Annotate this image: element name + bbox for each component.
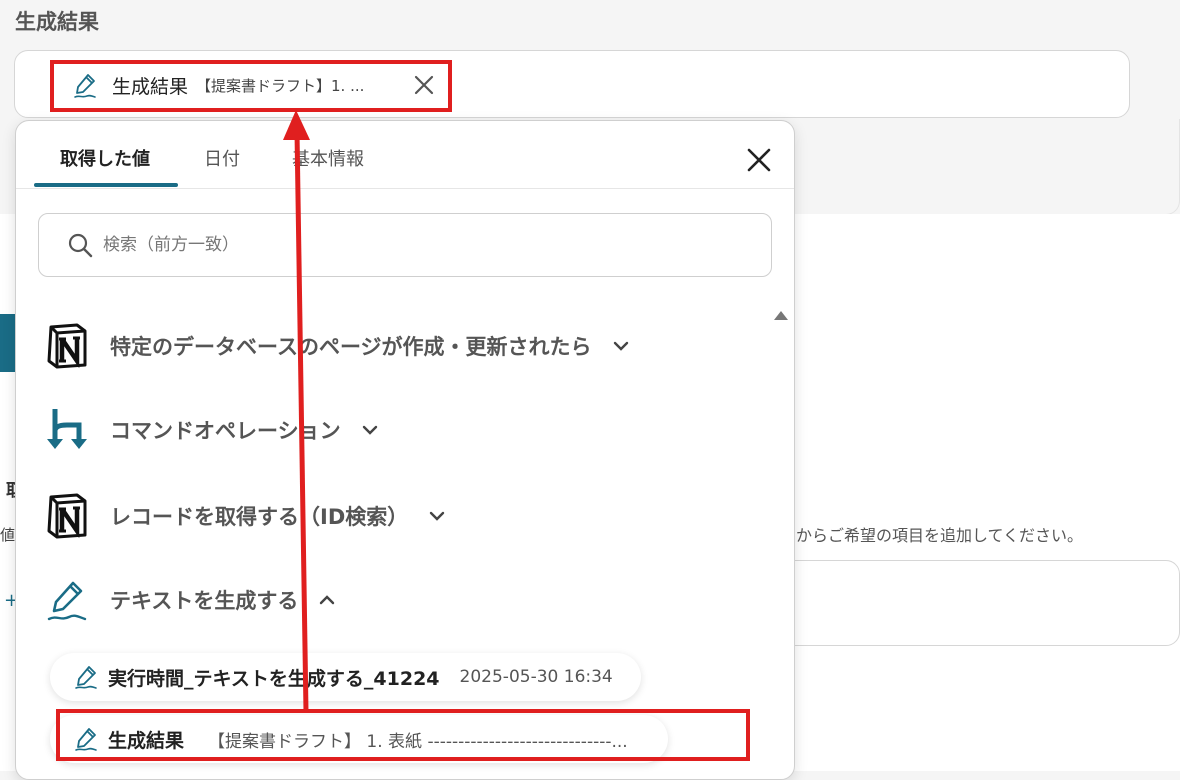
field-panel-edge <box>1130 119 1180 215</box>
highlight-box <box>56 709 750 761</box>
accent-block <box>0 314 16 372</box>
tab-basic-info[interactable]: 基本情報 <box>292 145 364 171</box>
list-item[interactable]: 実行時間_テキストを生成する_41224 2025-05-30 16:34 <box>50 653 641 701</box>
item-value: 2025-05-30 16:34 <box>459 667 613 687</box>
pen-icon <box>42 575 92 625</box>
scroll-up-arrow[interactable] <box>774 311 788 320</box>
search-input[interactable] <box>101 234 705 256</box>
group-label: コマンドオペレーション <box>110 419 341 443</box>
tab-date[interactable]: 日付 <box>204 145 240 171</box>
group-label: テキストを生成する <box>110 589 299 613</box>
additional-field[interactable] <box>760 560 1180 646</box>
notion-icon <box>42 321 92 371</box>
chevron-down-icon <box>613 341 628 351</box>
help-text: からご希望の項目を追加してください。 <box>796 526 1084 545</box>
chevron-up-icon <box>320 595 335 605</box>
group-database-trigger[interactable]: 特定のデータベースのページが作成・更新されたら <box>42 321 630 371</box>
close-icon[interactable] <box>744 145 774 175</box>
section-title: 生成結果 <box>15 10 99 34</box>
item-label: 実行時間_テキストを生成する_41224 <box>108 667 440 690</box>
group-generate-text[interactable]: テキストを生成する <box>42 575 336 625</box>
group-label: 特定のデータベースのページが作成・更新されたら <box>110 335 592 359</box>
group-command-operation[interactable]: コマンドオペレーション <box>42 405 379 455</box>
chevron-down-icon <box>362 425 377 435</box>
tab-bar: 取得した値 日付 基本情報 <box>16 121 794 189</box>
group-label: レコードを取得する（ID検索） <box>110 505 409 529</box>
search-box[interactable] <box>38 213 772 277</box>
search-icon <box>68 233 93 258</box>
active-tab-indicator <box>34 183 178 187</box>
tab-acquired-values[interactable]: 取得した値 <box>60 145 150 171</box>
group-get-record[interactable]: レコードを取得する（ID検索） <box>42 491 446 541</box>
partial-text: 値 <box>0 526 16 544</box>
notion-icon <box>42 491 92 541</box>
highlight-box <box>50 60 452 112</box>
branch-icon <box>42 405 92 455</box>
chevron-down-icon <box>430 511 445 521</box>
pen-icon <box>75 666 97 689</box>
value-picker-popup: 取得した値 日付 基本情報 特定のデータベースのページが作成・更新されたら <box>15 120 795 780</box>
